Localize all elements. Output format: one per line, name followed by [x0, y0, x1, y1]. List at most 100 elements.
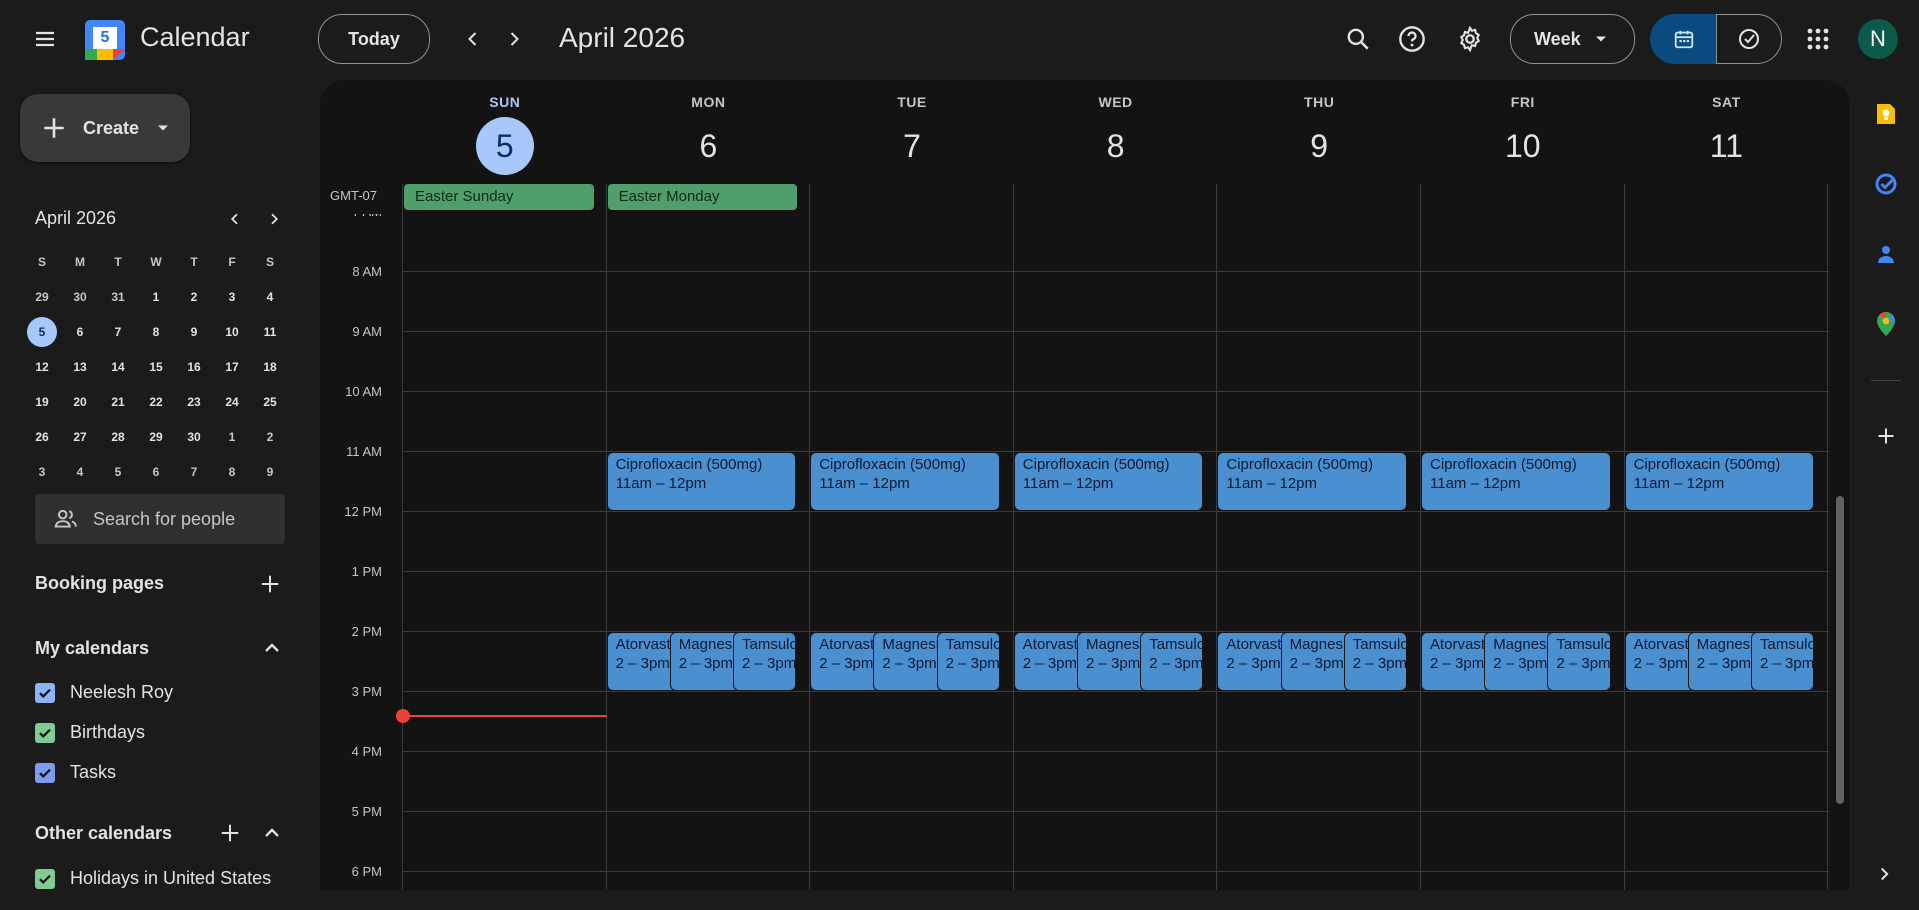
mini-day-cell[interactable]: 15	[137, 352, 175, 382]
mini-day-cell[interactable]: 16	[175, 352, 213, 382]
create-button[interactable]: Create	[20, 94, 190, 162]
event-ciprofloxacin[interactable]: Ciprofloxacin (500mg) 11am – 12pm	[810, 452, 1000, 511]
mini-day-cell[interactable]: 18	[251, 352, 289, 382]
mini-day-cell[interactable]: 28	[99, 422, 137, 452]
mini-day-cell[interactable]: 24	[213, 387, 251, 417]
mini-day-cell[interactable]: 12	[23, 352, 61, 382]
mini-day-cell[interactable]: 14	[99, 352, 137, 382]
mini-day-cell[interactable]: 6	[61, 317, 99, 347]
grid-scrollbar-thumb[interactable]	[1836, 496, 1844, 804]
event-ciprofloxacin[interactable]: Ciprofloxacin (500mg) 11am – 12pm	[606, 452, 797, 511]
event-tamsulosin[interactable]: Tamsulosin 2 – 3pm	[1343, 632, 1407, 691]
mini-day-cell[interactable]: 2	[175, 282, 213, 312]
search-people-input[interactable]: Search for people	[35, 494, 285, 544]
mini-day-cell[interactable]: 1	[213, 422, 251, 452]
other-calendars-heading[interactable]: Other calendars	[35, 823, 172, 844]
mini-day-cell[interactable]: 25	[251, 387, 289, 417]
day-number[interactable]: 7	[883, 117, 941, 175]
mini-day-cell[interactable]: 4	[251, 282, 289, 312]
day-number[interactable]: 10	[1494, 117, 1552, 175]
day-number[interactable]: 6	[679, 117, 737, 175]
calendar-item[interactable]: Holidays in United States	[35, 868, 271, 889]
calendar-checkbox[interactable]	[35, 868, 55, 889]
account-avatar[interactable]: N	[1858, 19, 1898, 59]
mini-day-cell[interactable]: 3	[213, 282, 251, 312]
day-number[interactable]: 9	[1290, 117, 1348, 175]
event-atorvastatin[interactable]: Atorvastatin2 – 3pm	[1624, 632, 1698, 691]
mini-day-cell[interactable]: 23	[175, 387, 213, 417]
collapse-my-calendars-button[interactable]	[252, 628, 292, 668]
mini-day-cell[interactable]: 29	[23, 282, 61, 312]
maps-addon-button[interactable]	[1866, 304, 1906, 344]
mini-day-cell[interactable]: 7	[99, 317, 137, 347]
mini-day-cell[interactable]: 26	[23, 422, 61, 452]
mini-day-cell[interactable]: 30	[61, 282, 99, 312]
calendar-item[interactable]: Birthdays	[35, 722, 145, 743]
mini-day-cell[interactable]: 9	[251, 457, 289, 487]
mini-day-cell[interactable]: 9	[175, 317, 213, 347]
event-magnesium[interactable]: Magnesium2 – 3pm	[669, 632, 743, 691]
day-number[interactable]: 11	[1697, 117, 1755, 175]
day-header-sat[interactable]: SAT 11	[1625, 80, 1829, 184]
day-header-tue[interactable]: TUE 7	[810, 80, 1014, 184]
holiday-event[interactable]: Easter Monday	[607, 184, 798, 210]
mini-day-cell[interactable]: 10	[213, 317, 251, 347]
settings-button[interactable]	[1450, 19, 1490, 59]
calendar-item[interactable]: Neelesh Roy	[35, 682, 173, 703]
event-tamsulosin[interactable]: Tamsulosin 2 – 3pm	[733, 632, 797, 691]
calendar-item[interactable]: Tasks	[35, 762, 116, 783]
get-addons-button[interactable]	[1866, 416, 1906, 456]
mini-next-month-button[interactable]	[256, 201, 292, 237]
search-button[interactable]	[1338, 19, 1378, 59]
collapse-other-calendars-button[interactable]	[252, 813, 292, 853]
day-number[interactable]: 5	[475, 117, 534, 175]
mini-day-cell[interactable]: 6	[137, 457, 175, 487]
mini-day-cell[interactable]: 8	[213, 457, 251, 487]
add-other-calendar-button[interactable]	[210, 813, 250, 853]
event-tamsulosin[interactable]: Tamsulosin 2 – 3pm	[936, 632, 1000, 691]
mini-day-cell[interactable]: 2	[251, 422, 289, 452]
mini-day-cell[interactable]: 3	[23, 457, 61, 487]
help-button[interactable]	[1392, 19, 1432, 59]
calendar-checkbox[interactable]	[35, 722, 55, 743]
mini-prev-month-button[interactable]	[217, 201, 253, 237]
mini-day-cell[interactable]: 11	[251, 317, 289, 347]
event-ciprofloxacin[interactable]: Ciprofloxacin (500mg) 11am – 12pm	[1421, 452, 1611, 511]
event-atorvastatin[interactable]: Atorvastatin2 – 3pm	[606, 632, 680, 691]
mini-day-cell[interactable]: 5	[23, 316, 61, 347]
add-booking-page-button[interactable]	[250, 564, 290, 604]
event-magnesium[interactable]: Magnesium2 – 3pm	[873, 632, 947, 691]
show-side-panel-button[interactable]	[1866, 856, 1902, 892]
previous-week-button[interactable]	[453, 19, 493, 59]
mini-day-cell[interactable]: 7	[175, 457, 213, 487]
event-atorvastatin[interactable]: Atorvastatin2 – 3pm	[1013, 632, 1087, 691]
mini-day-cell[interactable]: 19	[23, 387, 61, 417]
mini-day-cell[interactable]: 30	[175, 422, 213, 452]
event-ciprofloxacin[interactable]: Ciprofloxacin (500mg) 11am – 12pm	[1624, 452, 1815, 511]
event-magnesium[interactable]: Magnesium2 – 3pm	[1484, 632, 1558, 691]
calendar-view-toggle[interactable]	[1650, 14, 1717, 64]
mini-day-cell[interactable]: 22	[137, 387, 175, 417]
mini-day-cell[interactable]: 20	[61, 387, 99, 417]
today-button[interactable]: Today	[318, 14, 430, 64]
event-tamsulosin[interactable]: Tamsulosin 2 – 3pm	[1751, 632, 1815, 691]
holiday-event[interactable]: Easter Sunday	[404, 184, 594, 210]
event-tamsulosin[interactable]: Tamsulosin 2 – 3pm	[1547, 632, 1611, 691]
contacts-addon-button[interactable]	[1866, 234, 1906, 274]
main-menu-button[interactable]	[25, 19, 65, 59]
keep-addon-button[interactable]	[1866, 94, 1906, 134]
time-grid[interactable]: 7 AM 8 AM 9 AM 10 AM 11 AM 12 PM 1 PM 2 PM 3 PM 4…	[320, 214, 1849, 890]
mini-day-cell[interactable]: 1	[137, 282, 175, 312]
event-atorvastatin[interactable]: Atorvastatin2 – 3pm	[810, 632, 884, 691]
tasks-view-toggle[interactable]	[1716, 14, 1782, 64]
view-selector-dropdown[interactable]: Week	[1510, 14, 1635, 64]
mini-day-cell[interactable]: 13	[61, 352, 99, 382]
day-header-thu[interactable]: THU 9	[1217, 80, 1421, 184]
day-header-sun[interactable]: SUN 5	[403, 80, 607, 184]
mini-day-cell[interactable]: 17	[213, 352, 251, 382]
calendar-checkbox[interactable]	[35, 762, 55, 783]
event-ciprofloxacin[interactable]: Ciprofloxacin (500mg) 11am – 12pm	[1217, 452, 1407, 511]
mini-day-cell[interactable]: 5	[99, 457, 137, 487]
day-number[interactable]: 8	[1087, 117, 1145, 175]
mini-day-cell[interactable]: 29	[137, 422, 175, 452]
